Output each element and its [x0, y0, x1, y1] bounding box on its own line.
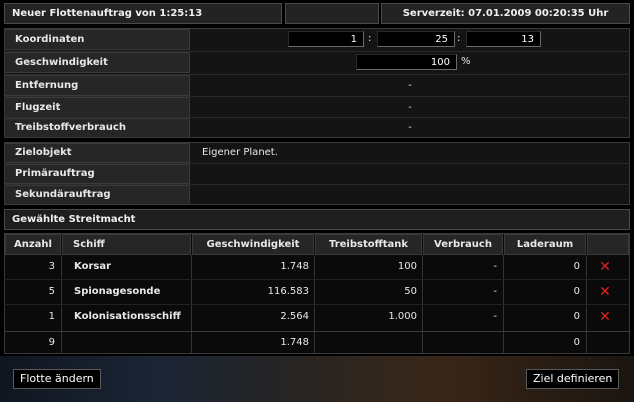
- row-speed: 1.748: [280, 261, 309, 272]
- total-cargo: 0: [573, 337, 580, 348]
- col-tank: Treibstofftank: [315, 234, 422, 255]
- speed-unit: %: [461, 56, 471, 67]
- remove-ship-icon[interactable]: ✕: [597, 259, 613, 275]
- col-speed: Geschwindigkeit: [192, 234, 314, 255]
- col-consumption: Verbrauch: [423, 234, 503, 255]
- server-time: Serverzeit: 07.01.2009 00:20:35 Uhr: [381, 3, 630, 24]
- secondary-order-label: Sekundärauftrag: [4, 185, 190, 205]
- total-speed: 1.748: [280, 337, 309, 348]
- primary-order-label: Primärauftrag: [4, 164, 190, 184]
- col-count: Anzahl: [5, 234, 61, 255]
- flight-time-label: Flugzeit: [4, 97, 190, 118]
- row-count: 5: [48, 286, 55, 297]
- row-count: 1: [48, 311, 55, 322]
- speed-input[interactable]: [356, 54, 457, 70]
- define-target-button[interactable]: Ziel definieren: [526, 369, 620, 389]
- row-count: 3: [48, 261, 55, 272]
- galaxy-input[interactable]: [288, 31, 364, 47]
- fuel-label: Treibstoffverbrauch: [4, 118, 190, 138]
- row-consumption: -: [493, 261, 497, 272]
- target-object-value: Eigener Planet.: [202, 147, 278, 158]
- col-cargo: Laderaum: [504, 234, 586, 255]
- row-tank: 1.000: [388, 311, 417, 322]
- col-remove: [587, 234, 629, 255]
- row-ship: Spionagesonde: [74, 286, 161, 297]
- row-cargo: 0: [573, 261, 580, 272]
- coord-separator: :: [368, 33, 372, 44]
- distance-value: -: [408, 80, 412, 91]
- row-ship: Kolonisationsschiff: [74, 311, 181, 322]
- change-fleet-button[interactable]: Flotte ändern: [13, 369, 101, 389]
- row-tank: 100: [397, 261, 417, 272]
- row-cargo: 0: [573, 311, 580, 322]
- row-speed: 2.564: [280, 311, 309, 322]
- distance-label: Entfernung: [4, 75, 190, 96]
- target-object-label: Zielobjekt: [4, 143, 190, 163]
- flight-time-value: -: [408, 102, 412, 113]
- system-input[interactable]: [377, 31, 455, 47]
- coords-label: Koordinaten: [4, 29, 190, 50]
- coord-separator: :: [457, 33, 461, 44]
- fleet-title: Gewählte Streitmacht: [4, 209, 630, 230]
- speed-label: Geschwindigkeit: [4, 52, 190, 73]
- row-speed: 116.583: [267, 286, 309, 297]
- remove-ship-icon[interactable]: ✕: [597, 284, 613, 300]
- planet-input[interactable]: [466, 31, 541, 47]
- row-consumption: -: [493, 311, 497, 322]
- total-count: 9: [48, 337, 55, 348]
- row-consumption: -: [493, 286, 497, 297]
- row-cargo: 0: [573, 286, 580, 297]
- fuel-value: -: [408, 122, 412, 133]
- row-tank: 50: [404, 286, 417, 297]
- header-spacer: [285, 3, 379, 24]
- order-title: Neuer Flottenauftrag von 1:25:13: [4, 3, 282, 24]
- remove-ship-icon[interactable]: ✕: [597, 309, 613, 325]
- row-ship: Korsar: [74, 261, 112, 272]
- col-ship: Schiff: [62, 234, 191, 255]
